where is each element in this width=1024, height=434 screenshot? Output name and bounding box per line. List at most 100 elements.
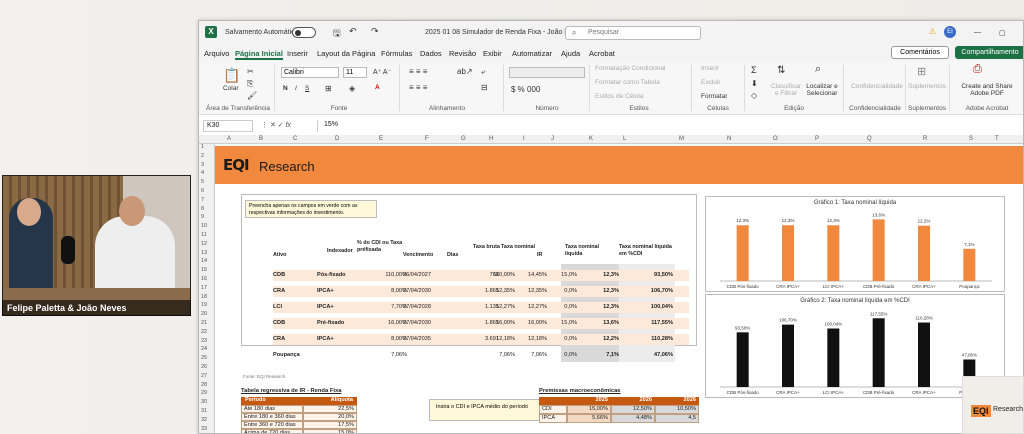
ir-period-cell[interactable]: Entre 180 e 360 dias	[241, 413, 303, 421]
macro-cell[interactable]: 12,50%	[611, 405, 655, 414]
table-cell[interactable]: 12,3%	[579, 288, 619, 294]
align-top-icon[interactable]: ≡ ≡ ≡	[409, 67, 427, 76]
orientation-icon[interactable]: ab↗	[457, 67, 473, 76]
menu-arquivo[interactable]: Arquivo	[204, 49, 229, 58]
number-format-select[interactable]	[509, 67, 585, 78]
table-cell[interactable]: Pré-fixado	[317, 320, 357, 326]
row-header[interactable]: 11	[201, 232, 207, 238]
table-cell[interactable]: 7,70%	[367, 304, 407, 310]
table-cell[interactable]: Pós-fixado	[317, 272, 357, 278]
save-icon[interactable]: 🖫	[333, 26, 341, 42]
autosave-toggle[interactable]	[292, 27, 316, 38]
font-name-select[interactable]: Calibri	[281, 67, 339, 78]
macro-cell[interactable]: IPCA	[539, 414, 567, 423]
paste-label[interactable]: Colar	[223, 85, 239, 92]
row-header[interactable]: 2	[201, 153, 204, 159]
macro-cell[interactable]: 4,48%	[611, 414, 655, 423]
currency-icon[interactable]: $ % 000	[511, 85, 540, 94]
column-header[interactable]: P	[815, 136, 819, 142]
grow-font-icon[interactable]: A⁺ A⁻	[373, 68, 391, 76]
table-cell[interactable]: 0,0%	[537, 304, 577, 310]
copy-icon[interactable]: ⎘	[247, 79, 253, 89]
table-cell[interactable]: 27/04/2028	[403, 304, 443, 310]
macro-cell[interactable]: CDI	[539, 405, 567, 414]
column-header[interactable]: C	[293, 136, 297, 142]
table-cell[interactable]: 12,3%	[579, 304, 619, 310]
table-cell[interactable]: 0,0%	[537, 336, 577, 342]
row-header[interactable]: 22	[201, 329, 207, 335]
ir-rate-cell[interactable]: 22,5%	[303, 405, 357, 413]
table-cell[interactable]: 7,06%	[367, 352, 407, 358]
row-header[interactable]: 9	[201, 214, 204, 220]
macro-cell[interactable]: 15,00%	[567, 405, 611, 414]
autosum-icon[interactable]: Σ	[751, 65, 757, 75]
clear-icon[interactable]: ◇	[751, 91, 757, 100]
ir-rate-cell[interactable]: 17,5%	[303, 421, 357, 429]
column-header[interactable]: O	[773, 136, 778, 142]
row-header[interactable]: 21	[201, 320, 207, 326]
row-header[interactable]: 17	[201, 285, 207, 291]
table-cell[interactable]: CRA	[273, 336, 313, 342]
row-header[interactable]: 3	[201, 162, 204, 168]
insert-cells[interactable]: Inserir	[701, 65, 719, 72]
sort-filter-label[interactable]: Classificar e Filtrar	[769, 83, 803, 97]
cut-icon[interactable]: ✂	[247, 67, 254, 76]
table-cell[interactable]: 110,28%	[633, 336, 673, 342]
menu-pagina-inicial[interactable]: Página Inicial	[235, 49, 283, 60]
table-cell[interactable]: 0,0%	[537, 288, 577, 294]
row-header[interactable]: 10	[201, 223, 207, 229]
bold-icon[interactable]: N	[283, 85, 288, 92]
share-button[interactable]: Compartilhamento	[955, 46, 1023, 59]
fill-icon[interactable]: ⬇	[751, 79, 758, 88]
column-header[interactable]: K	[589, 136, 593, 142]
merge-icon[interactable]: ⊟	[481, 83, 488, 92]
table-cell[interactable]: 13,6%	[579, 320, 619, 326]
row-header[interactable]: 16	[201, 276, 207, 282]
undo-icon[interactable]: ↶	[349, 26, 357, 37]
column-header[interactable]: B	[259, 136, 263, 142]
menu-layout[interactable]: Layout da Página	[317, 49, 375, 58]
menu-revisao[interactable]: Revisão	[449, 49, 476, 58]
row-header[interactable]: 20	[201, 311, 207, 317]
font-color-icon[interactable]: A	[375, 84, 380, 91]
row-header[interactable]: 28	[201, 382, 207, 388]
column-header[interactable]: N	[727, 136, 731, 142]
column-header[interactable]: A	[227, 136, 231, 142]
macro-year-header[interactable]: 2025	[567, 397, 611, 405]
column-header[interactable]: I	[523, 136, 525, 142]
table-cell[interactable]: Poupança	[273, 352, 313, 358]
row-header[interactable]: 25	[201, 355, 207, 361]
confidentiality-button[interactable]: Confidencialidade	[849, 83, 905, 90]
macro-header-blank[interactable]	[539, 397, 567, 405]
ir-period-cell[interactable]: Acima de 720 dias	[241, 429, 303, 433]
table-cell[interactable]: 0,0%	[537, 352, 577, 358]
find-select-label[interactable]: Localizar e Selecionar	[803, 83, 841, 97]
column-header[interactable]: E	[379, 136, 383, 142]
addins-icon[interactable]: ⊞	[917, 65, 926, 78]
font-size-select[interactable]: 11	[343, 67, 367, 78]
menu-ajuda[interactable]: Ajuda	[561, 49, 580, 58]
wrap-text-icon[interactable]: ⤶	[481, 67, 485, 77]
menu-automatizar[interactable]: Automatizar	[512, 49, 552, 58]
ir-rate-cell[interactable]: 15,0%	[303, 429, 357, 433]
row-header[interactable]: 33	[201, 426, 207, 432]
ir-period-cell[interactable]: Entre 360 e 720 dias	[241, 421, 303, 429]
column-header[interactable]: R	[923, 136, 927, 142]
acrobat-icon[interactable]: ⎙	[973, 63, 982, 76]
row-header[interactable]: 8	[201, 206, 204, 212]
table-cell[interactable]: 100,04%	[633, 304, 673, 310]
table-cell[interactable]: LCI	[273, 304, 313, 310]
row-header[interactable]: 4	[201, 170, 204, 176]
sort-filter-icon[interactable]: ⇅	[777, 65, 785, 76]
paste-icon[interactable]: 📋	[223, 67, 240, 84]
table-cell[interactable]: IPCA+	[317, 304, 357, 310]
row-header[interactable]: 19	[201, 302, 207, 308]
table-cell[interactable]: 27/04/2030	[403, 320, 443, 326]
column-header[interactable]: J	[551, 136, 554, 142]
row-header[interactable]: 12	[201, 241, 207, 247]
column-header[interactable]: D	[335, 136, 339, 142]
table-cell[interactable]: 7,1%	[579, 352, 619, 358]
row-header[interactable]: 13	[201, 250, 207, 256]
table-header[interactable]: Taxa nominal líquida	[565, 244, 609, 257]
column-header[interactable]: H	[489, 136, 493, 142]
